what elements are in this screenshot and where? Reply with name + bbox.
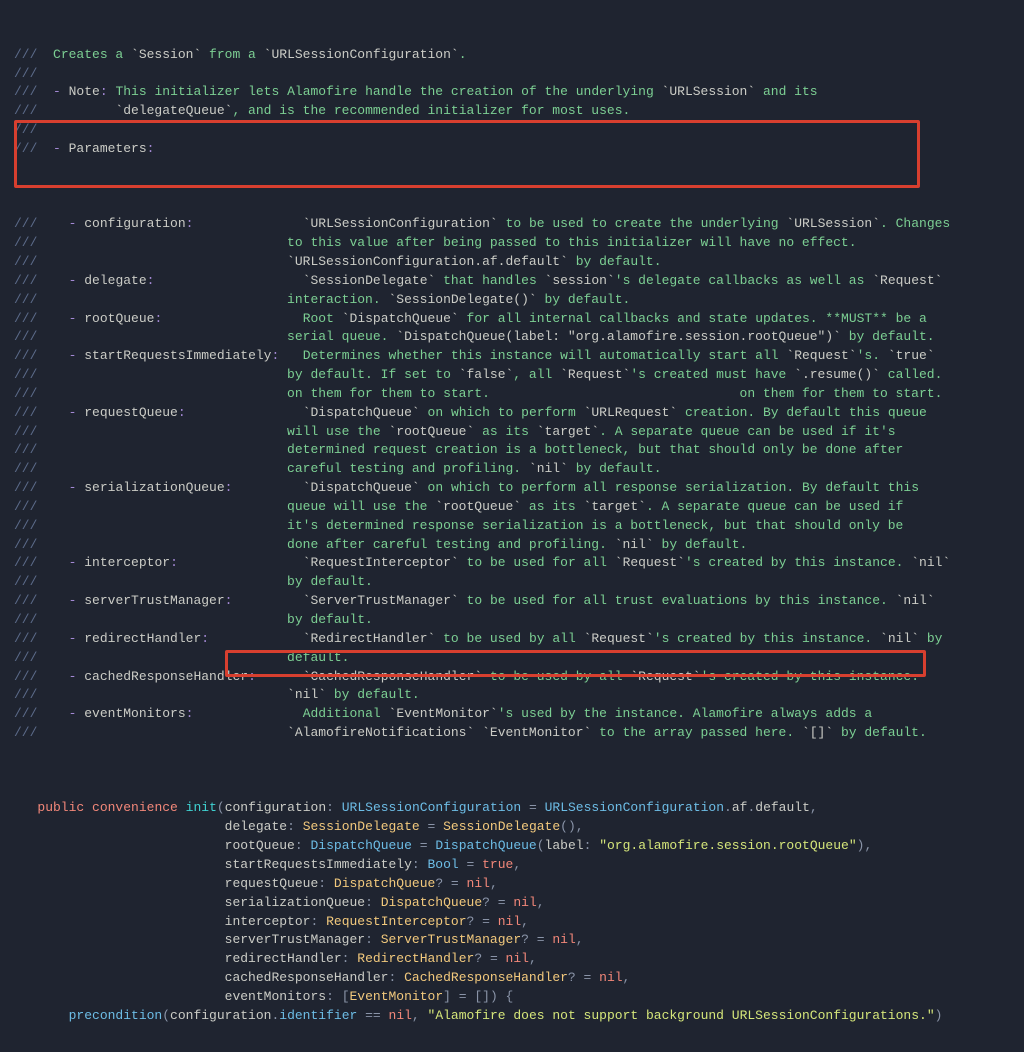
code-block: public convenience init(configuration: U…	[0, 781, 1024, 1026]
doc-params-block: /// - configuration: `URLSessionConfigur…	[0, 196, 1024, 742]
doc-text: to this value after being passed to this…	[857, 235, 1024, 250]
code-editor: /// Creates a `Session` from a `URLSessi…	[0, 0, 1024, 1052]
doc-comment-block: /// Creates a `Session` from a `URLSessi…	[0, 27, 1024, 159]
doc-slashes: ///	[14, 47, 37, 62]
